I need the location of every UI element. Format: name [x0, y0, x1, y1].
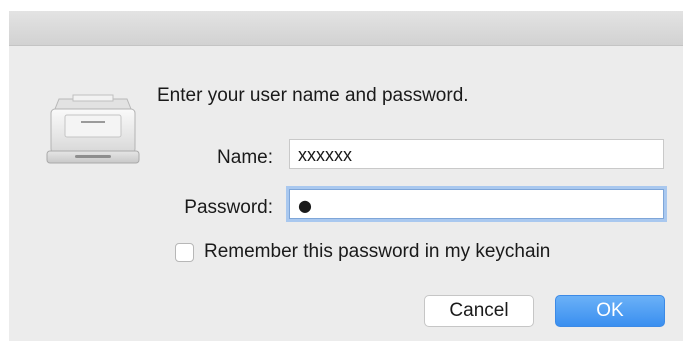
name-label: Name:	[217, 147, 273, 168]
auth-dialog: Enter your user name and password. Name:…	[9, 11, 683, 341]
password-label: Password:	[184, 197, 273, 218]
remember-password-option[interactable]: Remember this password in my keychain	[175, 240, 550, 264]
remember-label[interactable]: Remember this password in my keychain	[204, 241, 550, 263]
dialog-prompt: Enter your user name and password.	[157, 85, 469, 106]
ok-button[interactable]: OK	[555, 295, 665, 327]
name-field[interactable]	[289, 139, 664, 169]
password-field[interactable]	[289, 189, 664, 219]
remember-checkbox[interactable]	[175, 242, 194, 262]
printer-icon	[45, 91, 141, 171]
cancel-button[interactable]: Cancel	[424, 295, 534, 327]
dialog-titlebar[interactable]	[9, 11, 683, 46]
